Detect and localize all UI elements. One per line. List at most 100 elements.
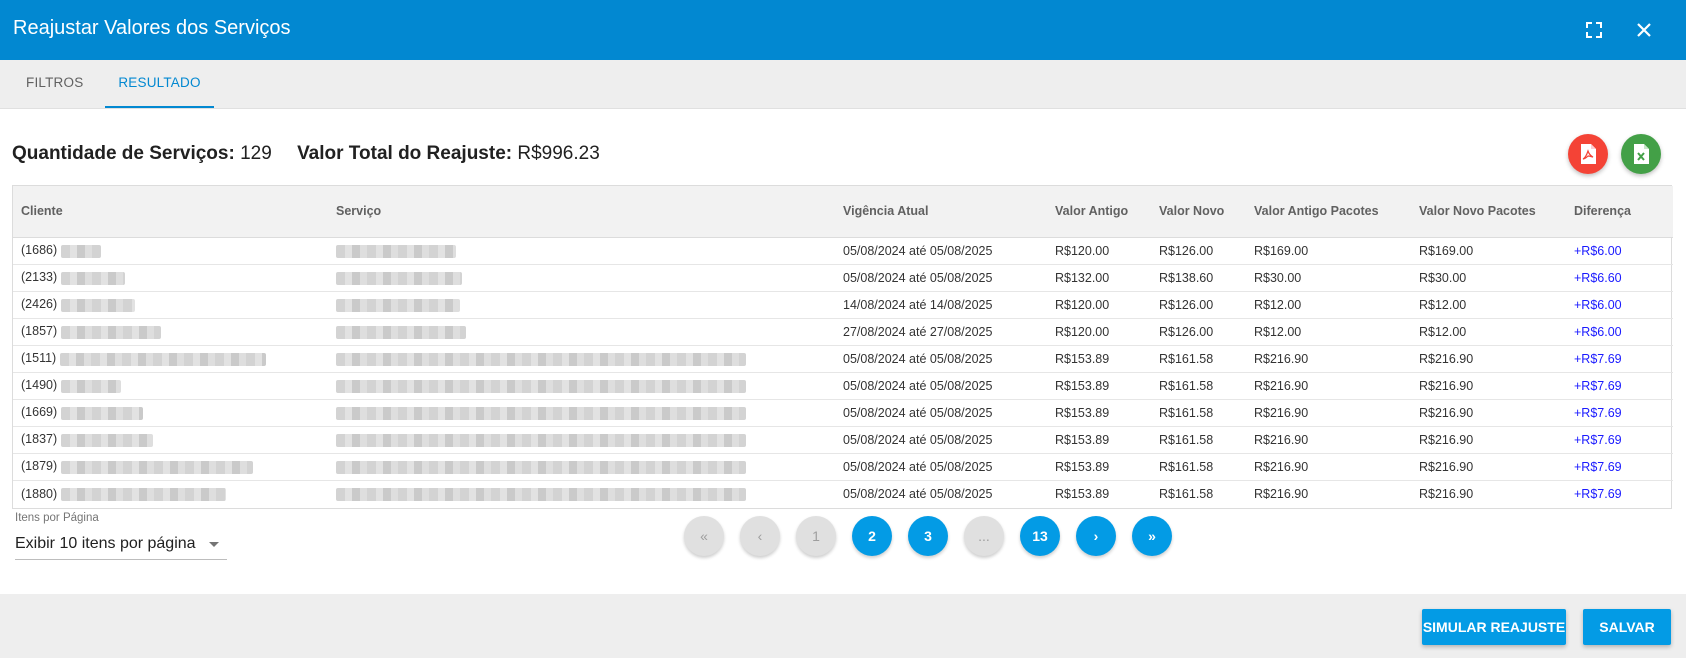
table-row[interactable]: (1879) 05/08/2024 até 05/08/2025 R$153.8…: [13, 453, 1673, 480]
diferenca-cell: +R$7.69: [1574, 351, 1622, 366]
table-row[interactable]: (1511) 05/08/2024 até 05/08/2025 R$153.8…: [13, 345, 1673, 372]
first-page-button[interactable]: «: [684, 516, 724, 556]
valor-antigo-cell: R$153.89: [1055, 405, 1110, 420]
pdf-icon: [1581, 144, 1596, 164]
simulate-adjustment-button[interactable]: SIMULAR REAJUSTE: [1422, 609, 1566, 645]
table-header-row: Cliente Serviço Vigência Atual Valor Ant…: [13, 186, 1673, 238]
column-header-valor-novo-pacotes[interactable]: Valor Novo Pacotes: [1411, 186, 1566, 238]
column-header-servico[interactable]: Serviço: [328, 186, 835, 238]
table-row[interactable]: (1880) 05/08/2024 até 05/08/2025 R$153.8…: [13, 480, 1673, 507]
valor-antigo-pacotes-cell: R$12.00: [1254, 324, 1302, 339]
table-row[interactable]: (1837) 05/08/2024 até 05/08/2025 R$153.8…: [13, 426, 1673, 453]
valor-novo-cell: R$161.58: [1159, 486, 1214, 501]
valor-novo-cell: R$138.60: [1159, 270, 1214, 285]
table-row[interactable]: (1857) 27/08/2024 até 27/08/2025 R$120.0…: [13, 318, 1673, 345]
excel-icon: [1634, 144, 1649, 164]
valor-antigo-pacotes-cell: R$12.00: [1254, 297, 1302, 312]
client-id: (1879): [21, 459, 58, 474]
table-row[interactable]: (1686) 05/08/2024 até 05/08/2025 R$120.0…: [13, 237, 1673, 264]
redacted-service-name: [336, 298, 460, 312]
redacted-client-name: [60, 487, 226, 501]
page-button-3[interactable]: 3: [908, 516, 948, 556]
valor-novo-cell: R$126.00: [1159, 243, 1214, 258]
dialog-title: Reajustar Valores dos Serviços: [13, 17, 291, 39]
valor-novo-cell: R$161.58: [1159, 378, 1214, 393]
page-button-13[interactable]: 13: [1020, 516, 1060, 556]
diferenca-cell: +R$6.00: [1574, 243, 1622, 258]
valor-antigo-cell: R$153.89: [1055, 486, 1110, 501]
column-header-cliente[interactable]: Cliente: [13, 186, 328, 238]
items-per-page-select[interactable]: Exibir 10 itens por página: [15, 530, 227, 560]
redacted-client-name: [60, 433, 153, 447]
valor-novo-pacotes-cell: R$169.00: [1419, 243, 1474, 258]
client-id: (2133): [21, 270, 58, 285]
valor-antigo-pacotes-cell: R$216.90: [1254, 378, 1309, 393]
column-header-valor-antigo[interactable]: Valor Antigo: [1047, 186, 1151, 238]
client-id: (2426): [21, 297, 58, 312]
export-excel-button[interactable]: [1621, 134, 1661, 174]
diferenca-cell: +R$7.69: [1574, 486, 1622, 501]
valor-antigo-cell: R$153.89: [1055, 459, 1110, 474]
valor-novo-pacotes-cell: R$216.90: [1419, 351, 1474, 366]
close-icon[interactable]: [1628, 14, 1660, 46]
redacted-client-name: [60, 325, 161, 339]
last-page-button[interactable]: »: [1132, 516, 1172, 556]
valor-novo-pacotes-cell: R$216.90: [1419, 459, 1474, 474]
items-per-page-label: Itens por Página: [15, 512, 99, 524]
table-row[interactable]: (2426) 14/08/2024 até 14/08/2025 R$120.0…: [13, 291, 1673, 318]
redacted-service-name: [336, 406, 746, 420]
valor-novo-pacotes-cell: R$216.90: [1419, 486, 1474, 501]
valor-novo-pacotes-cell: R$12.00: [1419, 297, 1467, 312]
table-row[interactable]: (1490) 05/08/2024 até 05/08/2025 R$153.8…: [13, 372, 1673, 399]
column-header-vigencia[interactable]: Vigência Atual: [835, 186, 1047, 238]
export-pdf-button[interactable]: [1568, 134, 1608, 174]
diferenca-cell: +R$6.00: [1574, 297, 1622, 312]
client-id: (1511): [21, 351, 57, 366]
valor-antigo-pacotes-cell: R$216.90: [1254, 405, 1309, 420]
valor-novo-cell: R$161.58: [1159, 459, 1214, 474]
page-ellipsis: ...: [964, 516, 1004, 556]
vigencia-cell: 05/08/2024 até 05/08/2025: [843, 243, 993, 258]
redacted-client-name: [60, 271, 125, 285]
valor-novo-pacotes-cell: R$216.90: [1419, 378, 1474, 393]
table-row[interactable]: (1669) 05/08/2024 até 05/08/2025 R$153.8…: [13, 399, 1673, 426]
valor-antigo-pacotes-cell: R$216.90: [1254, 459, 1309, 474]
diferenca-cell: +R$7.69: [1574, 405, 1622, 420]
tab-resultado[interactable]: RESULTADO: [105, 60, 214, 108]
quantity-label: Quantidade de Serviços:: [12, 143, 235, 164]
diferenca-cell: +R$7.69: [1574, 459, 1622, 474]
page-button-2[interactable]: 2: [852, 516, 892, 556]
page-button-1[interactable]: 1: [796, 516, 836, 556]
save-button[interactable]: SALVAR: [1583, 609, 1671, 645]
redacted-client-name: [60, 379, 121, 393]
fullscreen-icon[interactable]: [1578, 14, 1610, 46]
valor-antigo-cell: R$120.00: [1055, 243, 1110, 258]
next-page-button[interactable]: ›: [1076, 516, 1116, 556]
vigencia-cell: 05/08/2024 até 05/08/2025: [843, 378, 993, 393]
redacted-service-name: [336, 487, 746, 501]
client-id: (1837): [21, 432, 58, 447]
services-table: Cliente Serviço Vigência Atual Valor Ant…: [12, 185, 1673, 509]
tab-filtros[interactable]: FILTROS: [26, 60, 83, 108]
column-header-valor-novo[interactable]: Valor Novo: [1151, 186, 1246, 238]
column-header-valor-antigo-pacotes[interactable]: Valor Antigo Pacotes: [1246, 186, 1411, 238]
previous-page-button[interactable]: ‹: [740, 516, 780, 556]
redacted-service-name: [336, 352, 746, 366]
vigencia-cell: 05/08/2024 até 05/08/2025: [843, 432, 993, 447]
table-row[interactable]: (2133) 05/08/2024 até 05/08/2025 R$132.0…: [13, 264, 1673, 291]
client-id: (1490): [21, 378, 58, 393]
valor-novo-cell: R$161.58: [1159, 432, 1214, 447]
client-id: (1880): [21, 486, 58, 501]
column-header-diferenca[interactable]: Diferença: [1566, 186, 1673, 238]
valor-novo-pacotes-cell: R$30.00: [1419, 270, 1467, 285]
total-label: Valor Total do Reajuste:: [297, 143, 513, 164]
redacted-client-name: [59, 352, 266, 366]
vigencia-cell: 05/08/2024 até 05/08/2025: [843, 486, 993, 501]
valor-novo-pacotes-cell: R$12.00: [1419, 324, 1467, 339]
result-summary: Quantidade de Serviços: 129 Valor Total …: [12, 143, 600, 165]
valor-novo-cell: R$126.00: [1159, 324, 1214, 339]
vigencia-cell: 05/08/2024 até 05/08/2025: [843, 351, 993, 366]
vigencia-cell: 27/08/2024 até 27/08/2025: [843, 324, 993, 339]
tab-bar: FILTROS RESULTADO: [0, 60, 1686, 109]
redacted-service-name: [336, 379, 746, 393]
